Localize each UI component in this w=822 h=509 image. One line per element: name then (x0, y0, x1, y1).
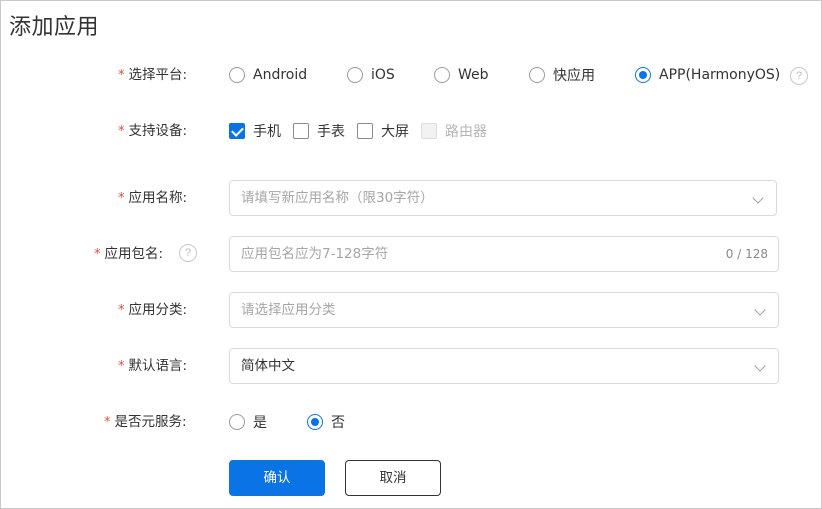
language-label: * 默认语言: (118, 358, 188, 374)
category-select[interactable]: 请选择应用分类 (229, 292, 779, 328)
required-mark: * (104, 415, 111, 430)
checkbox-disabled-icon (421, 123, 437, 139)
platform-radio-ios[interactable]: iOS (347, 57, 395, 93)
app-name-input[interactable]: 请填写新应用名称（限30字符） (229, 180, 777, 216)
confirm-button[interactable]: 确认 (229, 460, 325, 496)
platform-radio-quickapp[interactable]: 快应用 (529, 57, 595, 93)
radio-icon[interactable] (229, 67, 245, 83)
platform-radio-web[interactable]: Web (434, 57, 489, 93)
required-mark: * (118, 191, 125, 206)
platform-radio-harmonyos[interactable]: APP(HarmonyOS) (635, 57, 780, 93)
required-mark: * (118, 303, 125, 318)
platform-row: * 选择平台: Android iOS Web 快应用 APP(HarmonyOS… (0, 57, 822, 93)
package-name-label: * 应用包名: (94, 246, 164, 262)
language-select[interactable]: 简体中文 (229, 348, 779, 384)
devices-label: * 支持设备: (118, 123, 188, 139)
char-counter: 0 / 128 (725, 247, 768, 261)
meta-service-label: * 是否元服务: (104, 414, 187, 430)
app-name-label: * 应用名称: (118, 190, 188, 206)
question-circle-icon[interactable]: ? (790, 67, 808, 85)
required-mark: * (118, 124, 125, 139)
platform-radio-android[interactable]: Android (229, 57, 307, 93)
chevron-down-icon[interactable] (754, 360, 766, 372)
required-mark: * (118, 68, 125, 83)
device-checkbox-phone[interactable]: 手机 (229, 113, 281, 149)
platform-label: * 选择平台: (118, 67, 188, 83)
device-checkbox-router: 路由器 (421, 113, 487, 149)
checkbox-icon[interactable] (293, 123, 309, 139)
category-placeholder: 请选择应用分类 (241, 302, 336, 318)
radio-icon[interactable] (434, 67, 450, 83)
cancel-button[interactable]: 取消 (345, 460, 441, 496)
radio-selected-icon[interactable] (307, 414, 323, 430)
checkbox-icon[interactable] (357, 123, 373, 139)
meta-service-radio-no[interactable]: 否 (307, 404, 345, 440)
device-checkbox-watch[interactable]: 手表 (293, 113, 345, 149)
question-circle-icon[interactable]: ? (179, 244, 197, 262)
chevron-down-icon[interactable] (754, 304, 766, 316)
radio-selected-icon[interactable] (635, 67, 651, 83)
required-mark: * (94, 247, 101, 262)
category-label: * 应用分类: (118, 302, 188, 318)
radio-icon[interactable] (229, 414, 245, 430)
language-value: 简体中文 (241, 358, 295, 374)
devices-row: * 支持设备: 手机 手表 大屏 路由器 (0, 113, 822, 149)
app-name-placeholder: 请填写新应用名称（限30字符） (241, 190, 434, 206)
page-title: 添加应用 (9, 15, 100, 40)
meta-service-row: * 是否元服务: 是 否 (0, 404, 822, 440)
meta-service-radio-yes[interactable]: 是 (229, 404, 267, 440)
radio-icon[interactable] (529, 67, 545, 83)
required-mark: * (118, 359, 125, 374)
radio-icon[interactable] (347, 67, 363, 83)
package-name-input[interactable]: 应用包名应为7-128字符 0 / 128 (229, 236, 779, 272)
chevron-down-icon[interactable] (752, 192, 764, 204)
device-checkbox-tv[interactable]: 大屏 (357, 113, 409, 149)
checkbox-checked-icon[interactable] (229, 123, 245, 139)
package-name-placeholder: 应用包名应为7-128字符 (241, 246, 389, 262)
